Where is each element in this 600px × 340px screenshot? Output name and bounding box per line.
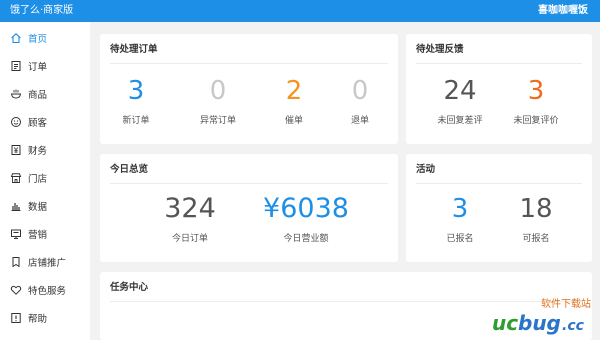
sidebar-item-label: 首页 <box>28 34 48 45</box>
store-icon <box>10 172 22 184</box>
sidebar-item-label: 门店 <box>28 174 48 185</box>
sidebar-item-promotion[interactable]: 店铺推广 <box>0 248 90 276</box>
pending-feedback-card: 待处理反馈 24 未回复差评 3 未回复评价 <box>406 34 592 144</box>
stat-label: 异常订单 <box>199 116 236 126</box>
stat-value: 0 <box>351 76 369 106</box>
stat-label: 新订单 <box>122 116 150 126</box>
watermark-cn: 软件下载站 <box>541 297 591 310</box>
sidebar: 首页 订单 商品 顾客 财务 门店 数据 营销 店铺推广 特色服务 帮助 <box>0 22 90 340</box>
sidebar-item-label: 商品 <box>28 90 48 101</box>
card-title: 今日总览 <box>110 164 149 175</box>
pending-orders-card: 待处理订单 3 新订单 0 异常订单 2 催单 0 退单 <box>100 34 398 144</box>
watermark: 软件下载站 uc bug .cc <box>490 296 594 336</box>
stat-label: 退单 <box>350 116 369 126</box>
help-icon <box>10 312 22 324</box>
sidebar-item-marketing[interactable]: 营销 <box>0 220 90 248</box>
stat-value: 18 <box>519 194 553 224</box>
watermark-bug: bug <box>518 311 561 335</box>
stat-value: 3 <box>451 194 469 224</box>
divider <box>110 63 388 64</box>
sidebar-item-label: 财务 <box>28 146 48 157</box>
sidebar-item-store[interactable]: 门店 <box>0 164 90 192</box>
heart-icon <box>10 284 22 296</box>
card-title: 活动 <box>416 164 436 175</box>
today-revenue-stat[interactable]: ¥6038 今日营业额 <box>246 194 366 245</box>
unreplied-negative-stat[interactable]: 24 未回复差评 <box>420 76 500 127</box>
sidebar-item-label: 数据 <box>28 202 48 213</box>
sidebar-item-orders[interactable]: 订单 <box>0 52 90 80</box>
divider <box>416 183 582 184</box>
app-title: 饿了么·商家版 <box>10 5 74 16</box>
sidebar-item-label: 特色服务 <box>28 286 67 297</box>
stat-label: 未回复评价 <box>513 116 559 126</box>
activities-card: 活动 3 已报名 18 可报名 <box>406 154 592 262</box>
sidebar-item-home[interactable]: 首页 <box>0 24 90 52</box>
stat-value: 324 <box>164 193 216 224</box>
watermark-uc: uc <box>492 311 518 335</box>
watermark-logo: 软件下载站 uc bug .cc <box>492 297 591 335</box>
today-orders-stat[interactable]: 324 今日订单 <box>148 194 232 245</box>
stat-label: 今日营业额 <box>283 234 329 244</box>
sidebar-item-label: 营销 <box>28 230 48 241</box>
registered-stat[interactable]: 3 已报名 <box>420 194 500 245</box>
sidebar-item-label: 顾客 <box>28 118 48 129</box>
order-icon <box>10 60 22 72</box>
card-title: 待处理订单 <box>110 44 158 55</box>
today-overview-card: 今日总览 324 今日订单 ¥6038 今日营业额 <box>100 154 398 262</box>
sidebar-item-data[interactable]: 数据 <box>0 192 90 220</box>
sidebar-item-help[interactable]: 帮助 <box>0 304 90 332</box>
home-icon <box>10 32 22 44</box>
unreplied-reviews-stat[interactable]: 3 未回复评价 <box>496 76 576 127</box>
finance-icon <box>10 144 22 156</box>
stat-value: ¥6038 <box>263 193 349 224</box>
stat-label: 已报名 <box>446 234 474 244</box>
stat-value: 3 <box>527 76 545 106</box>
chart-icon <box>10 200 22 212</box>
shop-name[interactable]: 喜咖咖喱饭 <box>538 4 588 18</box>
stat-label: 未回复差评 <box>437 116 483 126</box>
available-stat[interactable]: 18 可报名 <box>496 194 576 245</box>
card-title: 待处理反馈 <box>416 44 464 55</box>
sidebar-item-label: 订单 <box>28 62 48 73</box>
promote-icon <box>10 256 22 268</box>
stat-value: 24 <box>443 76 477 106</box>
marketing-icon <box>10 228 22 240</box>
abnormal-orders-stat[interactable]: 0 异常订单 <box>178 76 258 127</box>
smile-icon <box>10 116 22 128</box>
sidebar-item-customers[interactable]: 顾客 <box>0 108 90 136</box>
top-bar: 饿了么·商家版 喜咖咖喱饭 <box>0 0 600 22</box>
refund-orders-stat[interactable]: 0 退单 <box>320 76 400 127</box>
sidebar-item-label: 店铺推广 <box>28 258 67 269</box>
sidebar-item-services[interactable]: 特色服务 <box>0 276 90 304</box>
watermark-cc: .cc <box>562 318 585 334</box>
divider <box>416 63 582 64</box>
sidebar-item-finance[interactable]: 财务 <box>0 136 90 164</box>
stat-label: 可报名 <box>522 234 550 244</box>
stat-value: 0 <box>209 76 227 106</box>
new-orders-stat[interactable]: 3 新订单 <box>96 76 176 127</box>
stat-label: 今日订单 <box>171 234 208 244</box>
card-title: 任务中心 <box>110 282 149 293</box>
divider <box>110 183 388 184</box>
sidebar-item-products[interactable]: 商品 <box>0 80 90 108</box>
food-icon <box>10 88 22 100</box>
stat-value: 3 <box>127 76 145 106</box>
sidebar-item-label: 帮助 <box>28 314 48 325</box>
